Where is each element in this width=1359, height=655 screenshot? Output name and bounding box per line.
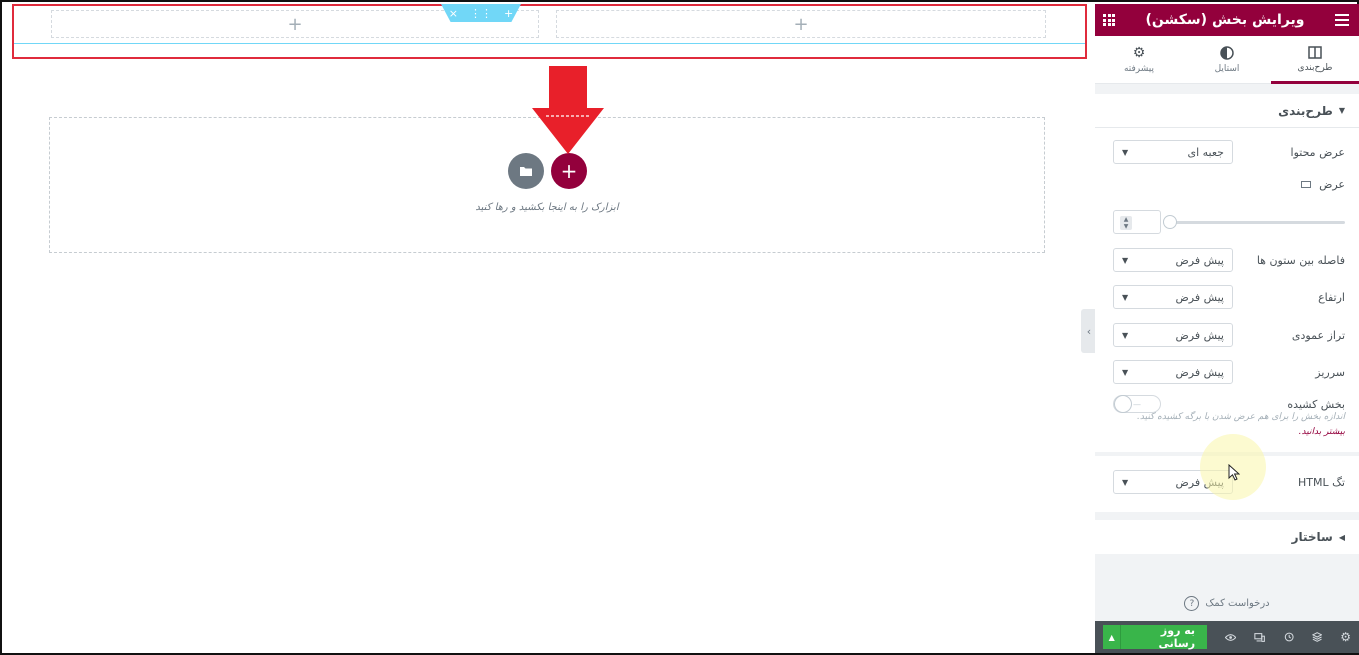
- drag-handle-icon[interactable]: ⋮⋮: [470, 7, 492, 20]
- add-template-button[interactable]: [508, 153, 544, 189]
- close-icon[interactable]: ×: [449, 7, 458, 20]
- layout-controls: عرض محتوا جعبه ای ▼ عرض ▲ ▼ فاصله بین ست…: [1095, 128, 1359, 452]
- layout-section-toggle[interactable]: ▼ طرح‌بندی: [1095, 94, 1359, 128]
- preview-eye-icon[interactable]: [1225, 633, 1237, 642]
- editor-window: + + × ⋮⋮ + + ابزارک را به اینجا بکشید و …: [0, 0, 1359, 655]
- column-gap-select[interactable]: پیش فرض ▼: [1113, 248, 1233, 272]
- gear-icon: ⚙: [1132, 44, 1146, 61]
- section-title: ساختار: [1291, 530, 1333, 544]
- html-tag-label: تگ HTML: [1297, 475, 1345, 489]
- folder-icon: [520, 167, 532, 176]
- responsive-mode-icon[interactable]: [1254, 632, 1266, 643]
- section-handle[interactable]: × ⋮⋮ +: [441, 4, 521, 22]
- select-value: پیش فرض: [1175, 365, 1224, 379]
- width-slider-control: ▲ ▼: [1113, 210, 1345, 234]
- column-gap-label: فاصله بین ستون ها: [1256, 253, 1345, 267]
- panel-footer: ⚙ به روز رسانی ▲: [1095, 621, 1359, 653]
- overflow-select[interactable]: پیش فرض ▼: [1113, 360, 1233, 384]
- width-slider-track[interactable]: [1169, 221, 1345, 224]
- menu-icon[interactable]: [1335, 14, 1349, 26]
- column-2[interactable]: +: [556, 10, 1046, 38]
- contrast-icon: [1220, 45, 1234, 60]
- column-gap-row: فاصله بین ستون ها پیش فرض ▼: [1095, 248, 1359, 272]
- red-arrow-annotation: [532, 66, 604, 154]
- selected-section[interactable]: + + × ⋮⋮ +: [12, 4, 1087, 59]
- vertical-align-row: تراز عمودی پیش فرض ▼: [1095, 323, 1359, 347]
- chevron-down-icon: ▼: [1122, 330, 1129, 340]
- add-section-button[interactable]: +: [551, 153, 587, 189]
- content-width-label: عرض محتوا: [1290, 145, 1345, 159]
- tab-label: پیشرفته: [1123, 63, 1155, 74]
- panel-header: ویرایش بخش (سکشن): [1095, 4, 1359, 36]
- width-slider-handle[interactable]: [1163, 215, 1177, 229]
- section-title: طرح‌بندی: [1278, 103, 1333, 118]
- drop-hint: ابزارک را به اینجا بکشید و رها کنید: [475, 202, 619, 213]
- width-label-text: عرض: [1319, 177, 1345, 191]
- content-width-row: عرض محتوا جعبه ای ▼: [1095, 140, 1359, 164]
- tab-label: طرح‌بندی: [1297, 63, 1333, 73]
- update-button[interactable]: به روز رسانی: [1121, 624, 1208, 650]
- width-row: عرض: [1095, 176, 1359, 192]
- width-label: عرض: [1301, 178, 1345, 191]
- widgets-grid-icon[interactable]: [1103, 14, 1116, 26]
- chevron-down-icon: ▼: [1122, 147, 1129, 157]
- select-value: پیش فرض: [1175, 253, 1224, 267]
- caret-down-icon: ▼: [1338, 106, 1345, 115]
- overflow-label: سرریز: [1315, 365, 1345, 379]
- chevron-left-icon: ‹: [1086, 324, 1092, 338]
- collapse-panel-toggle[interactable]: ‹: [1081, 309, 1095, 353]
- section-outline: [14, 43, 1085, 44]
- help-text: درخواست کمک: [1205, 598, 1270, 609]
- select-value: پیش فرض: [1175, 328, 1224, 342]
- add-widget-plus-icon[interactable]: +: [793, 14, 808, 35]
- mouse-cursor-icon: [1228, 464, 1240, 481]
- layout-icon: [1308, 46, 1322, 59]
- help-link[interactable]: درخواست کمک ?: [1095, 596, 1359, 611]
- history-icon[interactable]: [1284, 631, 1294, 643]
- select-value: جعبه ای: [1187, 145, 1225, 159]
- chevron-down-icon: ▼: [1122, 477, 1129, 487]
- panel-tabs: طرح‌بندی استایل ⚙ پیشرفته: [1095, 36, 1359, 84]
- editor-panel: ویرایش بخش (سکشن) طرح‌بندی استایل ⚙: [1095, 4, 1359, 653]
- tab-label: استایل: [1214, 63, 1240, 74]
- spinner-icon[interactable]: ▲ ▼: [1120, 216, 1132, 230]
- add-widget-plus-icon[interactable]: +: [287, 14, 302, 35]
- overflow-row: سرریز پیش فرض ▼: [1095, 360, 1359, 384]
- caret-left-icon: ◀: [1338, 532, 1345, 542]
- content-width-select[interactable]: جعبه ای ▼: [1113, 140, 1233, 164]
- settings-gear-icon[interactable]: ⚙: [1340, 630, 1351, 644]
- desktop-icon[interactable]: [1301, 180, 1312, 188]
- chevron-down-icon: ▼: [1122, 292, 1129, 302]
- caret-up-icon[interactable]: ▲: [1103, 625, 1122, 649]
- tab-style[interactable]: استایل: [1183, 36, 1271, 83]
- vertical-align-select[interactable]: پیش فرض ▼: [1113, 323, 1233, 347]
- plus-icon: +: [560, 159, 578, 183]
- chevron-down-icon: ▼: [1122, 367, 1129, 377]
- structure-section-toggle[interactable]: ◀ ساختار: [1095, 520, 1359, 554]
- stretch-hint-text: اندازه بخش را برای هم عرض شدن با برگه کش…: [1137, 412, 1345, 422]
- height-select[interactable]: پیش فرض ▼: [1113, 285, 1233, 309]
- stretch-label: بخش کشیده: [1287, 397, 1345, 411]
- editor-canvas: + + × ⋮⋮ + + ابزارک را به اینجا بکشید و …: [4, 4, 1095, 653]
- tab-advanced[interactable]: ⚙ پیشرفته: [1095, 36, 1183, 83]
- height-row: ارتفاع پیش فرض ▼: [1095, 285, 1359, 309]
- width-number-input[interactable]: ▲ ▼: [1113, 210, 1161, 234]
- navigator-layers-icon[interactable]: [1311, 631, 1323, 643]
- publish-group: به روز رسانی ▲: [1103, 624, 1208, 650]
- panel-title: ویرایش بخش (سکشن): [1145, 12, 1305, 28]
- height-label: ارتفاع: [1318, 290, 1345, 304]
- question-icon: ?: [1184, 596, 1200, 611]
- learn-more-link[interactable]: بیشتر بدانید.: [1299, 427, 1345, 437]
- tab-layout[interactable]: طرح‌بندی: [1271, 36, 1359, 84]
- add-section-icon[interactable]: +: [504, 7, 513, 20]
- select-value: پیش فرض: [1175, 290, 1224, 304]
- vertical-align-label: تراز عمودی: [1291, 328, 1345, 342]
- chevron-down-icon: ▼: [1122, 255, 1129, 265]
